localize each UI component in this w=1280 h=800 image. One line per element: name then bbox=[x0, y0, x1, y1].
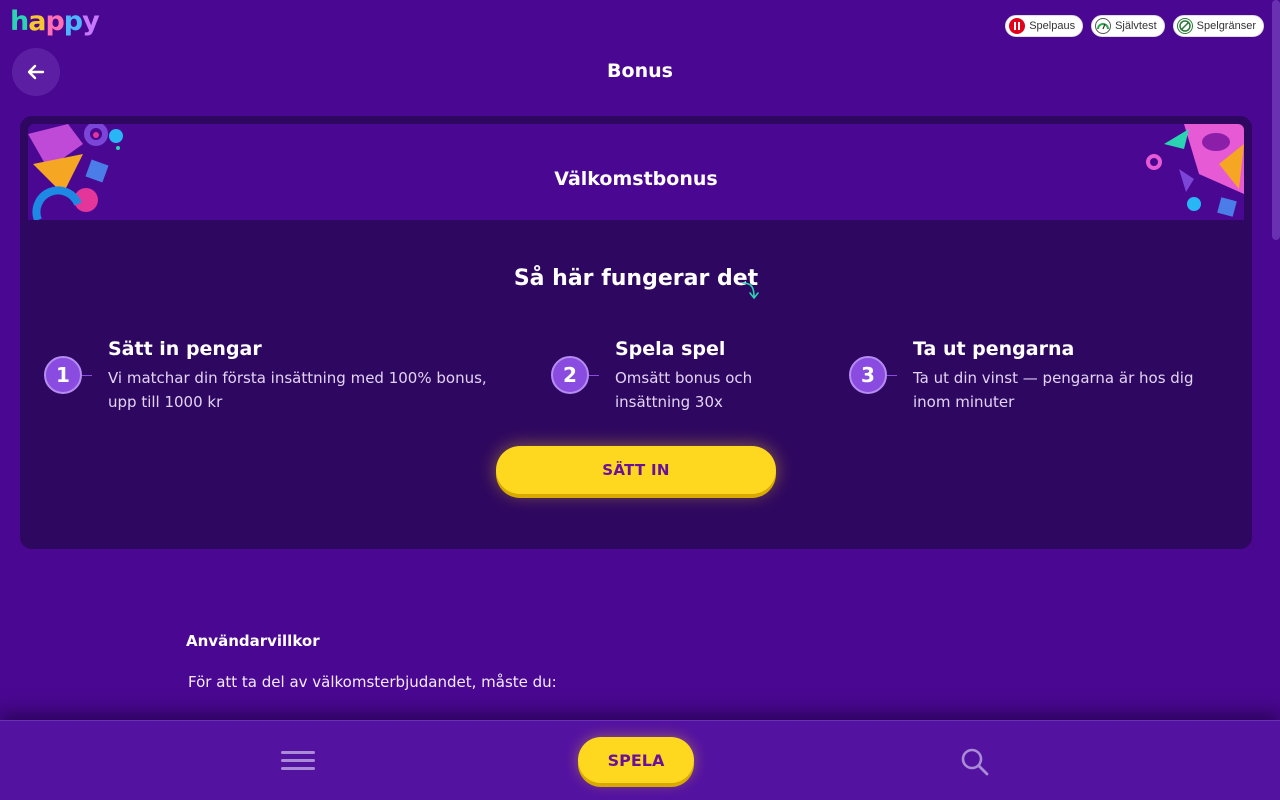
decoration-shapes-right-icon bbox=[1146, 124, 1244, 217]
step-heading: Ta ut pengarna bbox=[913, 338, 1075, 360]
step-connector bbox=[82, 375, 92, 376]
banner-title: Välkomstbonus bbox=[554, 168, 718, 190]
logo-letter: a bbox=[28, 6, 46, 37]
logo-letter: h bbox=[10, 6, 29, 37]
spelpaus-button[interactable]: Spelpaus bbox=[1005, 15, 1084, 37]
logo-letter: y bbox=[82, 6, 100, 37]
scrollbar[interactable] bbox=[1272, 0, 1280, 240]
bonus-card: Välkomstbonus Så här fungerar det 1 Sätt… bbox=[20, 116, 1252, 549]
terms-heading: Användarvillkor bbox=[186, 632, 320, 650]
deposit-button[interactable]: SÄTT IN bbox=[496, 446, 776, 494]
gauge-icon bbox=[1095, 18, 1112, 34]
step-description: Vi matchar din första insättning med 100… bbox=[108, 369, 487, 411]
logo-letter: p bbox=[63, 6, 83, 37]
step-connector bbox=[589, 375, 599, 376]
step-number-badge: 2 bbox=[551, 356, 589, 394]
sjalvtest-label: Självtest bbox=[1115, 20, 1157, 32]
step-connector bbox=[887, 375, 897, 376]
limit-icon bbox=[1176, 18, 1193, 34]
step-heading: Spela spel bbox=[615, 338, 726, 360]
step-number-badge: 1 bbox=[44, 356, 82, 394]
step-description: Omsätt bonus och insättning 30x bbox=[615, 369, 753, 411]
logo-letter: p bbox=[45, 6, 64, 37]
pause-icon bbox=[1009, 18, 1026, 34]
spelgranser-button[interactable]: Spelgränser bbox=[1172, 15, 1264, 37]
step-description: Ta ut din vinst — pengarna är hos dig in… bbox=[913, 369, 1194, 411]
spelpaus-label: Spelpaus bbox=[1029, 20, 1076, 32]
bonus-banner: Välkomstbonus bbox=[28, 124, 1244, 220]
hamburger-menu-icon[interactable] bbox=[281, 751, 315, 773]
terms-intro: För att ta del av välkomsterbjudandet, m… bbox=[188, 673, 557, 691]
happy-logo[interactable]: happy bbox=[10, 6, 100, 37]
play-button[interactable]: SPELA bbox=[578, 737, 694, 783]
bottom-nav: SPELA bbox=[0, 720, 1280, 800]
search-icon[interactable] bbox=[960, 747, 990, 777]
page-title: Bonus bbox=[607, 60, 673, 82]
step-heading: Sätt in pengar bbox=[108, 338, 262, 360]
responsible-gaming-bar: Spelpaus Självtest Spelgränser bbox=[1005, 15, 1264, 37]
step-number-badge: 3 bbox=[849, 356, 887, 394]
sjalvtest-button[interactable]: Självtest bbox=[1091, 15, 1165, 37]
spelgranser-label: Spelgränser bbox=[1196, 20, 1256, 32]
curved-arrow-icon bbox=[742, 282, 759, 300]
how-it-works-title: Så här fungerar det bbox=[513, 266, 759, 291]
